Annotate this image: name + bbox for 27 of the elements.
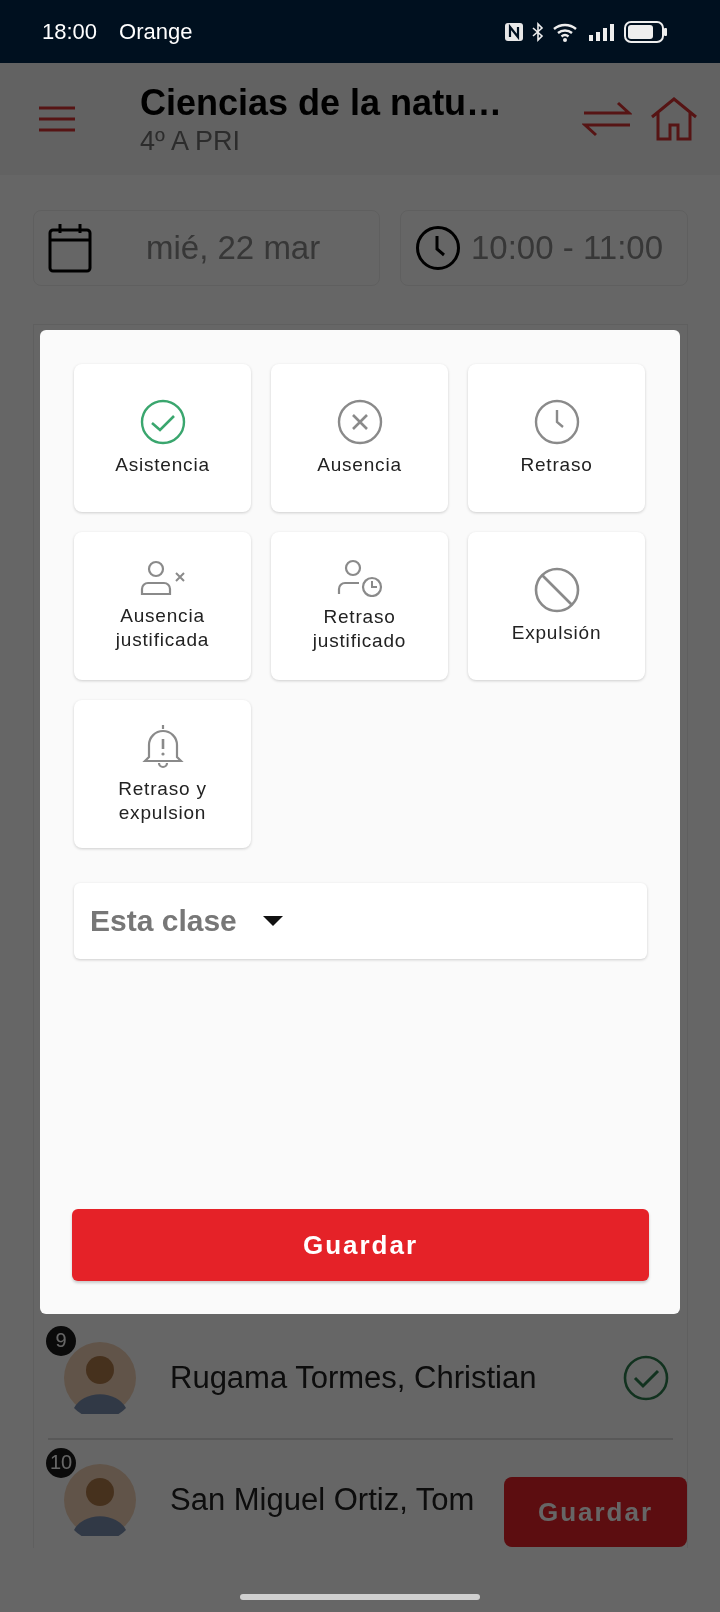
attendance-option[interactable]: Ausencia justificada xyxy=(74,532,251,680)
student-name: Rugama Tormes, Christian xyxy=(170,1359,537,1396)
signal-icon xyxy=(588,21,616,42)
attendance-option[interactable]: Retraso y expulsion xyxy=(74,700,251,848)
swap-arrows-icon xyxy=(582,99,632,139)
student-name: San Miguel Ortiz, Tom xyxy=(170,1481,475,1518)
bluetooth-icon xyxy=(532,21,544,42)
save-button[interactable]: Guardar xyxy=(72,1209,649,1281)
attendance-option[interactable]: Retraso justificado xyxy=(271,532,448,680)
nfc-icon xyxy=(504,21,524,42)
number-badge: 9 xyxy=(46,1325,76,1356)
number-badge: 10 xyxy=(46,1447,76,1478)
attendance-option[interactable]: Asistencia xyxy=(74,364,251,512)
dropdown-caret-icon xyxy=(262,916,283,926)
attendance-option[interactable]: Ausencia xyxy=(271,364,448,512)
home-icon xyxy=(650,97,698,141)
carrier-name: Orange xyxy=(119,18,193,45)
battery-icon xyxy=(624,20,668,43)
attendance-option[interactable]: Expulsión xyxy=(468,532,645,680)
menu-icon xyxy=(38,105,76,133)
attendance-option[interactable]: Retraso xyxy=(468,364,645,512)
scope-dropdown[interactable]: Esta clase xyxy=(74,883,647,959)
avatar-icon xyxy=(64,1341,136,1414)
course-title: Ciencias de la natu… xyxy=(140,81,504,124)
clock-icon xyxy=(415,225,461,271)
calendar-icon xyxy=(48,223,92,273)
status-time: 18:00 xyxy=(42,18,98,45)
